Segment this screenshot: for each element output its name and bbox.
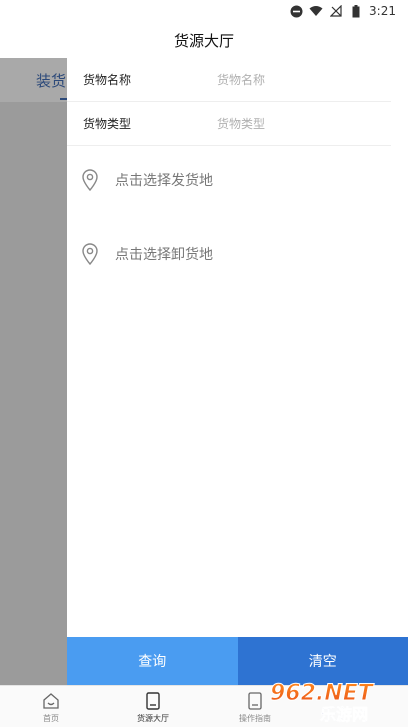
location-pin-icon: [81, 243, 99, 266]
load-location-selector[interactable]: 点击选择发货地: [67, 160, 408, 200]
title-bar: 货源大厅: [0, 22, 408, 58]
battery-icon: [349, 4, 363, 18]
page-title: 货源大厅: [173, 31, 234, 50]
no-signal-icon: [329, 4, 343, 18]
watermark-logo: 962.NET 乐游网: [270, 681, 376, 725]
filter-drawer: 货物名称 货物类型 点击选择发货地 点击选择卸货地 查询 清空: [67, 58, 408, 685]
home-icon: [43, 692, 59, 709]
cargo-name-label: 货物名称: [83, 73, 132, 87]
nav-home-label: 首页: [43, 713, 59, 723]
watermark-subtext: 乐游网: [320, 705, 368, 724]
cargo-name-row: 货物名称: [67, 58, 391, 102]
cargo-name-input[interactable]: [217, 72, 377, 87]
status-time: 3:21: [369, 4, 396, 18]
unload-location-text: 点击选择卸货地: [115, 247, 213, 263]
cargo-type-input[interactable]: [217, 116, 377, 131]
tab-loading[interactable]: 装货: [36, 70, 66, 91]
nav-cargo-hall-label: 货源大厅: [137, 713, 169, 723]
nav-home[interactable]: 首页: [11, 686, 91, 727]
query-button[interactable]: 查询: [67, 637, 238, 685]
location-pin-icon: [81, 169, 99, 192]
unload-location-selector[interactable]: 点击选择卸货地: [67, 234, 408, 274]
cargo-hall-icon: [146, 691, 160, 710]
nav-cargo-hall[interactable]: 货源大厅: [113, 686, 193, 727]
cargo-type-label: 货物类型: [83, 117, 132, 131]
load-location-text: 点击选择发货地: [115, 173, 213, 189]
guide-icon: [248, 691, 262, 710]
status-bar: 3:21: [0, 0, 408, 22]
wifi-icon: [309, 4, 323, 18]
watermark-text: 962.NET: [270, 681, 375, 706]
cargo-type-row: 货物类型: [67, 102, 391, 146]
do-not-disturb-icon: [289, 4, 303, 18]
